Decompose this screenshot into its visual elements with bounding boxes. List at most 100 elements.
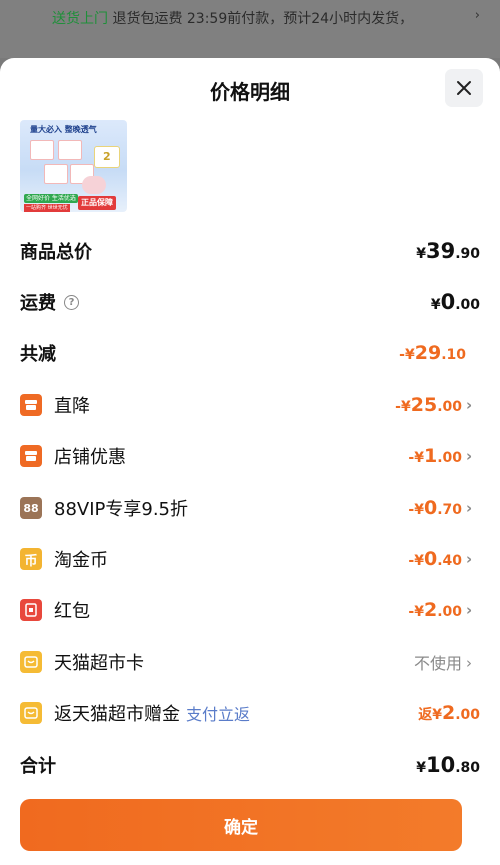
row-tmall-card[interactable]: 天猫超市卡 不使用 › [0, 636, 500, 688]
row-cashback: 返天猫超市赠金 支付立返 返¥ 2.00 [0, 687, 500, 739]
chevron-right-icon: › [466, 654, 472, 672]
row-sum: 合计 ¥10.80 [0, 739, 500, 791]
chevron-right-icon: › [466, 447, 473, 465]
delivery-notice-text: 退货包运费 23:59前付款，预计24小时内发货， [112, 11, 414, 27]
badge-guarantee: 正品保障 [78, 196, 116, 210]
store-discount-price: -¥ 1.00 › [408, 445, 480, 467]
goods-total-price: ¥39.90 [416, 239, 480, 263]
price-int: 2 [423, 599, 438, 621]
price-dec: .00 [437, 450, 462, 466]
currency: ¥ [416, 246, 426, 262]
price-int: 39 [425, 239, 456, 263]
chevron-right-icon: › [466, 601, 473, 619]
price-int: 2 [441, 702, 456, 724]
price-dec: .00 [437, 399, 462, 415]
vip88-icon: 88 [20, 497, 42, 519]
price-dec: .10 [441, 347, 466, 363]
row-discount-total: 共减 -¥ 29.10 [0, 327, 500, 379]
coin-price: -¥ 0.40 › [408, 548, 480, 570]
cashback-sublabel: 支付立返 [186, 705, 251, 724]
discount-total-label: 共减 [20, 344, 56, 365]
price-int: 1 [423, 445, 438, 467]
help-icon[interactable]: ? [64, 294, 79, 310]
vip-discount-label: 88 88VIP专享9.5折 [20, 495, 188, 521]
currency: ¥ [430, 297, 441, 313]
currency: -¥ [395, 399, 411, 415]
shipping-label-text: 运费 [20, 293, 56, 314]
store-icon [20, 445, 42, 467]
row-store-discount[interactable]: 店铺优惠 -¥ 1.00 › [0, 430, 500, 482]
coin-icon: 币 [20, 548, 42, 570]
direct-discount-price: -¥ 25.00 › [395, 394, 480, 416]
direct-discount-text: 直降 [54, 396, 90, 417]
price-int: 0 [440, 290, 456, 314]
confirm-button[interactable]: 确定 [20, 799, 462, 851]
currency: 返¥ [418, 707, 442, 723]
row-shipping: 运费 ? ¥0.00 [0, 276, 500, 328]
row-direct-discount[interactable]: 直降 -¥ 25.00 › [0, 379, 500, 431]
currency: -¥ [399, 347, 415, 363]
product-image-badges: 全网好价 生活优选 一站购齐 世世无忧 正品保障 [20, 190, 127, 212]
gift-icon [20, 702, 42, 724]
currency: -¥ [408, 450, 424, 466]
tmall-card-label: 天猫超市卡 [20, 649, 144, 675]
price-int: 29 [414, 342, 442, 364]
price-dec: .00 [455, 297, 480, 313]
chevron-right-icon: › [466, 499, 473, 517]
top-notice-bar: 送货上门 退货包运费 23:59前付款，预计24小时内发货， › [0, 0, 500, 58]
price-int: 0 [423, 497, 438, 519]
red-packet-text: 红包 [54, 601, 90, 622]
coin-label: 币 淘金币 [20, 546, 108, 572]
coin-text: 淘金币 [54, 550, 108, 571]
tmall-card-value: 不使用 › [414, 650, 480, 674]
price-int: 10 [425, 753, 456, 777]
red-packet-price: -¥ 2.00 › [408, 599, 480, 621]
sum-price: ¥10.80 [416, 753, 480, 777]
product-image-pack [30, 140, 54, 160]
badge-red-small: 一站购齐 世世无忧 [24, 204, 70, 212]
badge-green: 全网好价 生活优选 [24, 194, 78, 203]
product-image-pack [58, 140, 82, 160]
card-icon [20, 651, 42, 673]
goods-total-label: 商品总价 [20, 242, 92, 263]
sheet-title: 价格明细 [210, 80, 290, 104]
currency: ¥ [416, 760, 426, 776]
store-discount-label: 店铺优惠 [20, 443, 126, 469]
chevron-right-icon: › [466, 396, 473, 414]
currency: -¥ [408, 502, 424, 518]
product-image-cup: 2 [94, 146, 120, 168]
cup-number: 2 [103, 150, 111, 163]
product-image: 量大必入 整晚透气 2 全网好价 生活优选 一站购齐 世世无忧 正品保障 [20, 120, 127, 212]
price-detail-sheet: 价格明细 量大必入 整晚透气 2 全网好价 生活优选 一站购齐 世世无忧 正品保… [0, 58, 500, 865]
price-dec: .70 [437, 502, 462, 518]
red-packet-label: 红包 [20, 597, 90, 623]
cashback-text: 返天猫超市赠金 [54, 704, 180, 725]
price-int: 25 [410, 394, 438, 416]
vip-discount-price: -¥ 0.70 › [408, 497, 480, 519]
price-dec: .90 [455, 246, 480, 262]
delivery-tag: 送货上门 [52, 11, 108, 27]
chevron-right-icon[interactable]: › [475, 8, 480, 23]
price-dec: .80 [455, 760, 480, 776]
price-dec: .40 [437, 553, 462, 569]
shipping-label: 运费 ? [20, 289, 79, 315]
direct-discount-label: 直降 [20, 392, 90, 418]
cashback-price: 返¥ 2.00 [418, 702, 480, 724]
product-image-headline: 量大必入 整晚透气 [30, 125, 97, 134]
sum-label: 合计 [20, 756, 56, 777]
cashback-label: 返天猫超市赠金 支付立返 [20, 700, 250, 726]
row-88vip[interactable]: 88 88VIP专享9.5折 -¥ 0.70 › [0, 482, 500, 534]
tmall-card-text: 天猫超市卡 [54, 653, 144, 674]
currency: -¥ [408, 604, 424, 620]
price-int: 0 [423, 548, 438, 570]
vip-discount-text: 88VIP专享9.5折 [54, 499, 189, 520]
row-goods-total: 商品总价 ¥39.90 [0, 225, 500, 277]
discount-total-price: -¥ 29.10 [399, 342, 466, 364]
product-image-pack [44, 164, 68, 184]
price-dec: .00 [437, 604, 462, 620]
row-taojinbi[interactable]: 币 淘金币 -¥ 0.40 › [0, 533, 500, 585]
row-red-packet[interactable]: 红包 -¥ 2.00 › [0, 584, 500, 636]
shipping-price: ¥0.00 [431, 290, 480, 314]
currency: -¥ [408, 553, 424, 569]
close-button[interactable] [445, 69, 483, 107]
